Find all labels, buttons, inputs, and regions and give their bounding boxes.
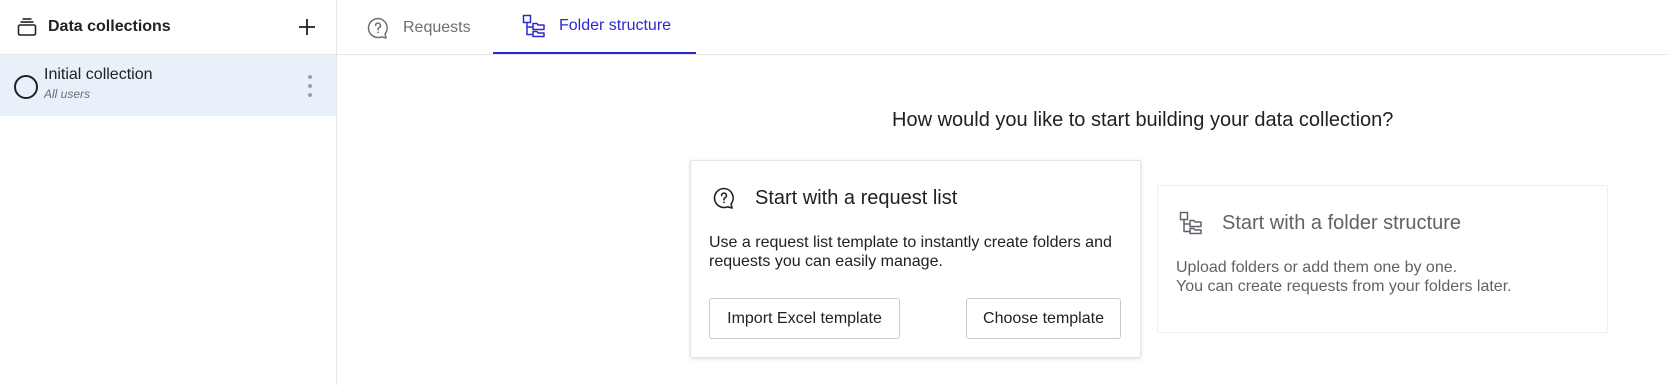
collection-name: Initial collection xyxy=(44,66,153,83)
collection-item[interactable]: Initial collection All users xyxy=(0,55,336,116)
tab-bar: Requests Folder structure xyxy=(337,0,1667,55)
folder-structure-desc-line2: You can create requests from your folder… xyxy=(1176,278,1512,295)
request-list-card-description: Use a request list template to instantly… xyxy=(709,234,1112,270)
request-list-card-header: Start with a request list xyxy=(711,185,957,211)
sidebar: Data collections Initial collection All … xyxy=(0,0,337,385)
choose-template-button[interactable]: Choose template xyxy=(966,298,1121,339)
page-question: How would you like to start building you… xyxy=(892,109,1394,131)
tab-folder-structure-label: Folder structure xyxy=(559,17,672,34)
collection-subtitle: All users xyxy=(44,87,91,101)
question-bubble-icon xyxy=(711,185,737,211)
import-excel-template-button[interactable]: Import Excel template xyxy=(709,298,900,339)
add-collection-button[interactable] xyxy=(296,16,318,38)
folder-structure-card-header: Start with a folder structure xyxy=(1178,210,1461,236)
sidebar-header: Data collections xyxy=(0,0,336,55)
folder-structure-desc-line1: Upload folders or add them one by one. xyxy=(1176,259,1458,276)
stack-icon xyxy=(16,16,38,38)
folder-structure-card[interactable]: Start with a folder structure Upload fol… xyxy=(1157,185,1608,333)
collection-text: Initial collection All users xyxy=(44,66,153,101)
kebab-menu-icon[interactable] xyxy=(306,75,314,97)
request-list-card-title: Start with a request list xyxy=(755,186,958,209)
plus-icon xyxy=(299,19,315,35)
request-list-card: Start with a request list Use a request … xyxy=(690,160,1141,358)
tab-requests-label: Requests xyxy=(403,18,471,36)
folder-structure-card-title: Start with a folder structure xyxy=(1222,211,1461,234)
folder-tree-icon xyxy=(1178,210,1204,236)
tab-requests[interactable]: Requests xyxy=(365,0,471,55)
folder-tree-icon xyxy=(521,13,547,39)
folder-structure-card-description: Upload folders or add them one by one. Y… xyxy=(1176,258,1596,296)
sidebar-title: Data collections xyxy=(48,18,171,35)
tab-folder-structure[interactable]: Folder structure xyxy=(493,0,696,54)
question-bubble-icon xyxy=(365,15,391,41)
collection-radio[interactable] xyxy=(14,74,38,99)
